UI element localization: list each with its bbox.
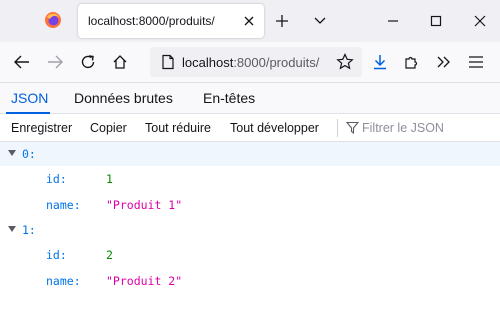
home-icon	[113, 55, 127, 69]
number-value: 1	[106, 172, 113, 186]
reload-button[interactable]	[77, 51, 99, 73]
plus-icon	[276, 15, 288, 27]
minimize-button[interactable]	[383, 11, 403, 31]
property-key: name:	[46, 274, 81, 288]
property-key: name:	[46, 198, 81, 212]
copy-button[interactable]: Copier	[90, 121, 127, 135]
tree-row-index-1[interactable]: 1:	[0, 218, 500, 242]
hamburger-menu-icon	[469, 56, 483, 68]
downloads-button[interactable]	[369, 51, 391, 73]
tab-strip: localhost:8000/produits/	[0, 0, 500, 42]
url-text: localhost:8000/produits/	[182, 55, 319, 70]
chevron-down-icon	[314, 17, 326, 24]
close-icon	[244, 16, 254, 26]
number-value: 2	[106, 248, 113, 262]
property-key: id:	[46, 248, 67, 262]
browser-tab-active[interactable]: localhost:8000/produits/	[78, 4, 264, 38]
array-index-key: 1:	[22, 223, 36, 237]
expand-all-button[interactable]: Tout développer	[230, 121, 319, 135]
puzzle-icon	[405, 56, 418, 69]
tab-title: localhost:8000/produits/	[88, 14, 215, 28]
forward-button[interactable]	[44, 51, 66, 73]
tab-raw-data[interactable]: Données brutes	[74, 90, 173, 106]
url-host: localhost	[182, 55, 234, 70]
tree-row-id[interactable]: id: 2	[0, 243, 500, 267]
array-index-key: 0:	[22, 147, 36, 161]
extensions-button[interactable]	[401, 51, 423, 73]
maximize-icon	[430, 15, 442, 27]
navigation-toolbar: localhost:8000/produits/	[0, 42, 500, 82]
app-menu-button[interactable]	[465, 51, 487, 73]
collapse-all-button[interactable]: Tout réduire	[145, 121, 211, 135]
url-path: :8000/produits/	[233, 55, 320, 70]
tree-row-name[interactable]: name: "Produit 1"	[0, 193, 500, 217]
expand-toggle-icon[interactable]	[8, 150, 16, 156]
string-value: "Produit 2"	[106, 274, 183, 288]
reload-icon	[81, 55, 95, 69]
window-close-button[interactable]	[470, 11, 490, 31]
expand-toggle-icon[interactable]	[8, 226, 16, 232]
tree-row-id[interactable]: id: 1	[0, 167, 500, 191]
page-icon	[162, 54, 174, 70]
arrow-left-icon	[14, 55, 29, 69]
firefox-logo-icon	[45, 12, 61, 28]
filter-icon	[346, 121, 359, 134]
maximize-button[interactable]	[426, 11, 446, 31]
arrow-right-icon	[48, 55, 63, 69]
save-button[interactable]: Enregistrer	[11, 121, 72, 135]
tree-row-name[interactable]: name: "Produit 2"	[0, 269, 500, 293]
property-key: id:	[46, 172, 67, 186]
tree-row-index-0[interactable]: 0:	[0, 142, 500, 166]
new-tab-button[interactable]	[272, 11, 292, 31]
home-button[interactable]	[109, 51, 131, 73]
back-button[interactable]	[11, 51, 33, 73]
download-icon	[374, 55, 386, 70]
minimize-icon	[388, 20, 398, 22]
filter-json-input[interactable]	[362, 118, 492, 138]
list-all-tabs-button[interactable]	[310, 11, 330, 31]
bookmark-star-icon[interactable]	[336, 53, 354, 71]
close-icon	[474, 15, 486, 27]
tab-close-button[interactable]	[240, 12, 258, 30]
json-viewer-tabs: JSON Données brutes En-têtes	[0, 82, 500, 114]
chevron-double-right-icon	[437, 56, 450, 68]
string-value: "Produit 1"	[106, 198, 183, 212]
tab-headers[interactable]: En-têtes	[203, 90, 255, 106]
tab-json[interactable]: JSON	[11, 90, 48, 106]
json-toolbar: Enregistrer Copier Tout réduire Tout dév…	[0, 114, 500, 142]
overflow-menu-button[interactable]	[433, 51, 455, 73]
toolbar-separator	[337, 119, 338, 137]
address-bar[interactable]: localhost:8000/produits/	[150, 47, 362, 77]
